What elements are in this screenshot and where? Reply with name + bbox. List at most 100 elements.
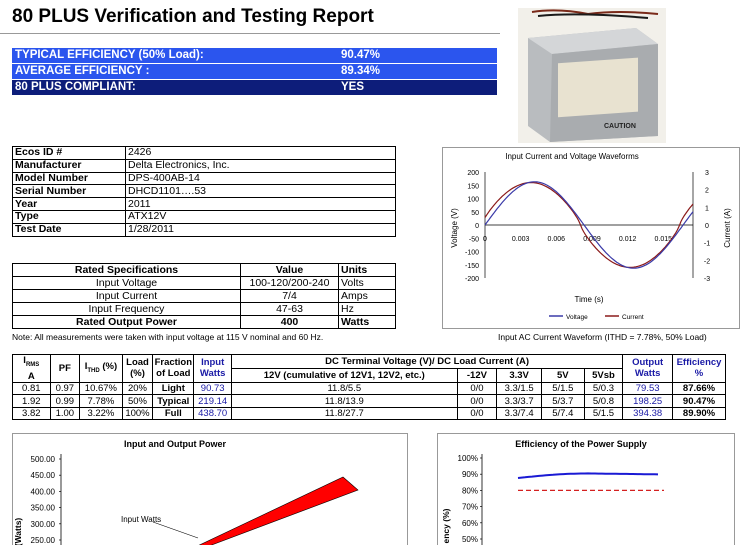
y-tick-label: 500.00	[31, 455, 56, 464]
column-header-irms: IRMS A	[12, 354, 51, 383]
info-value: DPS-400AB-14	[125, 171, 396, 186]
cell-fraction: Full	[152, 406, 195, 421]
info-value: 1/28/2011	[125, 222, 396, 237]
cell-ithd: 10.67%	[79, 381, 123, 396]
summary-row-typical: TYPICAL EFFICIENCY (50% Load): 90.47%	[12, 48, 497, 63]
test-results-table: IRMS A PF ITHD (%) Load (%) Fraction of Loa…	[12, 354, 726, 421]
y-tick-label: 50%	[462, 535, 478, 544]
series-line-efficiency	[517, 472, 659, 479]
summary-label: AVERAGE EFFICIENCY :	[15, 65, 150, 77]
x-tick-label: 0.012	[619, 236, 637, 243]
y2-axis-label: Current (A)	[723, 208, 732, 248]
summary-value: 89.34%	[341, 65, 381, 77]
unit-info-table: Ecos ID #2426 Manufacturer Delta Electron…	[12, 146, 396, 237]
table-row: 0.81 0.97 10.67% 20% Light 90.73 11.8/5.…	[12, 381, 726, 396]
x-tick-label: 0.006	[548, 236, 566, 243]
cell-minus12v: 0/0	[456, 394, 498, 408]
column-header-5vsb: 5Vsb	[583, 367, 624, 383]
spec-value: 7/4	[240, 289, 339, 303]
cell-input-watts: 438.70	[193, 406, 232, 421]
cell-12v: 11.8/13.9	[230, 394, 458, 408]
info-key: Ecos ID #	[12, 146, 126, 160]
y2-tick-label: 1	[705, 205, 709, 212]
y2-tick-label: 2	[705, 188, 709, 195]
info-key: Manufacturer	[12, 158, 126, 173]
y-tick-label: 300.00	[31, 520, 56, 529]
report-title: 80 PLUS Verification and Testing Report	[12, 6, 374, 27]
cell-output-watts: 79.53	[622, 381, 674, 396]
table-row: Serial Number DHCD1101….53	[12, 184, 396, 199]
y-tick-label: 50	[471, 210, 479, 217]
info-value: Delta Electronics, Inc.	[125, 158, 396, 173]
info-value: 2011	[125, 197, 396, 211]
spec-unit: Amps	[338, 289, 396, 303]
annotation-leader	[152, 521, 199, 539]
y-tick-label: -100	[465, 250, 479, 257]
table-row: Manufacturer Delta Electronics, Inc.	[12, 158, 396, 173]
y-tick-label: 100%	[458, 454, 478, 463]
column-header-fraction: Fraction of Load	[152, 354, 195, 383]
chart-legend: Voltage Current	[549, 314, 644, 321]
table-row: Input Voltage 100-120/200-240 Volts	[12, 276, 396, 290]
info-value: ATX12V	[125, 209, 396, 224]
cell-load: 100%	[121, 406, 154, 421]
y-tick-label: 90%	[462, 470, 478, 479]
y2-tick-label: 0	[705, 223, 709, 230]
column-header-dc-terminal: DC Terminal Voltage (V)/ DC Load Current…	[230, 354, 624, 369]
column-header-load: Load (%)	[121, 354, 154, 383]
header-divider	[0, 33, 500, 34]
cell-5vsb: 5/0.8	[583, 394, 624, 408]
info-key: Year	[12, 197, 126, 211]
y-tick-label: -200	[465, 276, 479, 283]
table-row: Input Frequency 47-63 Hz	[12, 302, 396, 316]
x-tick-label: 0.003	[512, 236, 530, 243]
y-tick-label: 0	[475, 223, 479, 230]
y-tick-label: 350.00	[31, 504, 56, 513]
efficiency-y-ticks: 100% 90% 80% 70% 60% 50%	[458, 454, 482, 544]
column-header-output-watts: Output Watts	[622, 354, 674, 383]
power-loss-band	[198, 476, 359, 545]
power-y-ticks: 500.00 450.00 400.00 350.00 300.00 250.00	[31, 455, 61, 545]
spec-name: Rated Output Power	[12, 315, 241, 329]
cell-5v: 5/1.5	[540, 381, 585, 396]
table-row: Rated Output Power 400 Watts	[12, 315, 396, 329]
y-tick-label: 250.00	[31, 536, 56, 545]
y-tick-label: 200	[467, 170, 479, 177]
chart-title: Input Current and Voltage Waveforms	[505, 152, 639, 161]
table-row: 1.92 0.99 7.78% 50% Typical 219.14 11.8/…	[12, 394, 726, 408]
cell-efficiency: 89.90%	[672, 406, 726, 421]
x-tick-label: 0.009	[583, 236, 601, 243]
y2-tick-label: -1	[704, 241, 710, 248]
waveform-axes: 200 150 100 50 0 -50 -100 -150 -200 3 2 1 0 -1 -2 -3 0 0.…	[465, 170, 710, 283]
info-key: Serial Number	[12, 184, 126, 199]
cell-3v3: 3.3/7.4	[496, 406, 542, 421]
cell-3v3: 3.3/1.5	[496, 381, 542, 396]
cell-12v: 11.8/5.5	[230, 381, 458, 396]
column-header: Rated Specifications	[12, 263, 241, 277]
info-key: Type	[12, 209, 126, 224]
summary-row-average: AVERAGE EFFICIENCY : 89.34%	[12, 64, 497, 79]
cell-5v: 5/7.4	[540, 406, 585, 421]
y-axis-label: ency (%)	[441, 508, 451, 543]
y-tick-label: -150	[465, 263, 479, 270]
table-row: 3.82 1.00 3.22% 100% Full 438.70 11.8/27…	[12, 406, 726, 421]
y-tick-label: 80%	[462, 486, 478, 495]
summary-label: 80 PLUS COMPLIANT:	[15, 81, 136, 93]
y-tick-label: 400.00	[31, 487, 56, 496]
waveform-caption: Input AC Current Waveform (ITHD = 7.78%,…	[498, 332, 707, 342]
column-header-minus12v: -12V	[456, 367, 498, 383]
legend-label-current: Current	[622, 314, 644, 321]
spec-unit: Hz	[338, 302, 396, 316]
cell-ithd: 7.78%	[79, 394, 123, 408]
column-header-efficiency: Efficiency%	[672, 354, 726, 383]
waveform-chart-frame: Input Current and Voltage Waveforms 200 1…	[442, 147, 740, 329]
y2-tick-label: -3	[704, 276, 710, 283]
cell-12v: 11.8/27.7	[230, 406, 458, 421]
info-value: DHCD1101….53	[125, 184, 396, 199]
summary-label: TYPICAL EFFICIENCY (50% Load):	[15, 49, 204, 61]
power-supply-photo: CAUTION	[518, 8, 666, 143]
spec-name: Input Frequency	[12, 302, 241, 316]
cell-output-watts: 394.38	[622, 406, 674, 421]
cell-input-watts: 90.73	[193, 381, 232, 396]
measurement-note: Note: All measurements were taken with i…	[12, 332, 324, 342]
